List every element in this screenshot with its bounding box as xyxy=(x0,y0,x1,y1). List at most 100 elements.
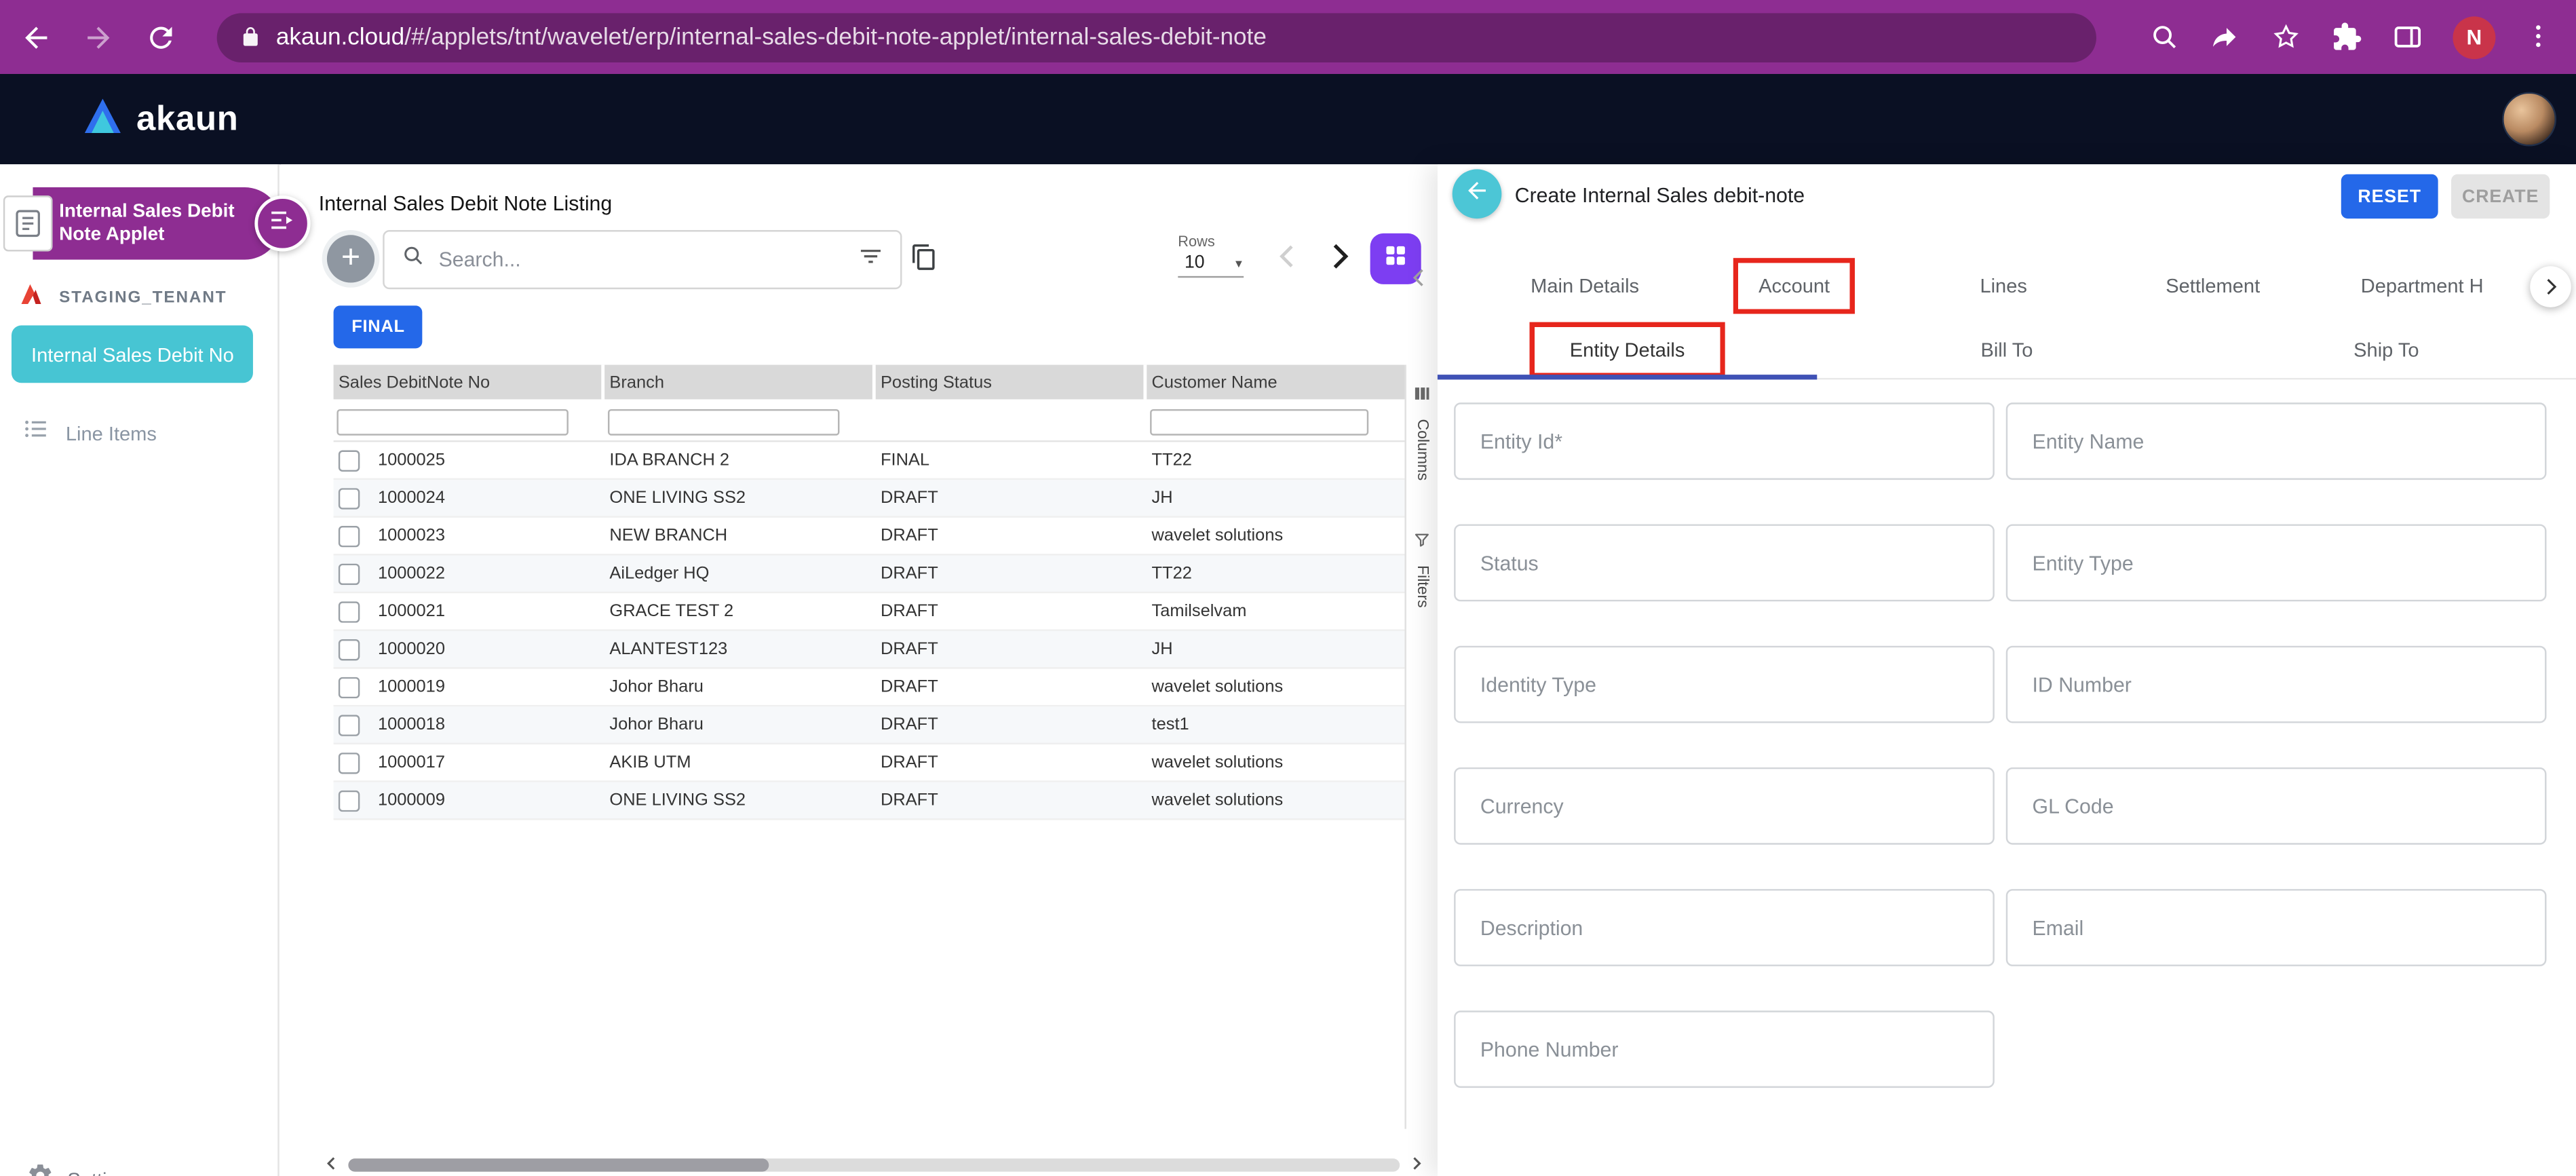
form-field[interactable] xyxy=(2006,889,2547,966)
rows-per-page-select[interactable]: 10 ▾ xyxy=(1178,250,1244,278)
sidebar-item-tenant[interactable]: STAGING_TENANT xyxy=(18,281,227,316)
filter-input-branch[interactable] xyxy=(608,409,839,435)
row-checkbox[interactable] xyxy=(339,790,360,811)
sidebar-item-line-items[interactable]: Line Items xyxy=(23,416,157,451)
col-sales-debitnote-no[interactable]: Sales DebitNote No xyxy=(334,365,605,400)
form-field-input[interactable] xyxy=(1456,673,1993,696)
create-button[interactable]: CREATE xyxy=(2451,174,2550,219)
back-icon[interactable] xyxy=(20,20,52,53)
form-field-input[interactable] xyxy=(1456,551,1993,574)
row-checkbox[interactable] xyxy=(339,601,360,622)
menu-dots-icon[interactable] xyxy=(2524,20,2556,53)
tab-main-details[interactable]: Main Details xyxy=(1480,274,1690,297)
row-checkbox[interactable] xyxy=(339,487,360,508)
form-field-input[interactable] xyxy=(2007,430,2545,453)
tab-lines[interactable]: Lines xyxy=(1899,274,2109,297)
sidebar-item-settings[interactable]: Setti xyxy=(26,1162,107,1176)
scrollbar-thumb[interactable] xyxy=(348,1158,769,1171)
form-field[interactable] xyxy=(1454,402,1995,480)
sidebar-item-internal-sales-debit-note[interactable]: Internal Sales Debit No xyxy=(12,325,253,383)
tab-department-handling[interactable]: Department H xyxy=(2318,274,2527,297)
tab-settlement[interactable]: Settlement xyxy=(2108,274,2318,297)
back-button[interactable] xyxy=(1453,169,1502,219)
form-field-input[interactable] xyxy=(1456,916,1993,939)
form-field[interactable] xyxy=(1454,889,1995,966)
filter-input-customer-name[interactable] xyxy=(1150,409,1368,435)
form-field-input[interactable] xyxy=(1456,1038,1993,1061)
bookmark-star-icon[interactable] xyxy=(2271,20,2303,53)
refresh-icon[interactable] xyxy=(145,20,177,53)
subtab-entity-details[interactable]: Entity Details xyxy=(1438,320,1817,378)
cell-sales-debitnote-no: 1000020 xyxy=(378,639,445,659)
akaun-logo[interactable]: akaun xyxy=(82,94,239,144)
row-checkbox[interactable] xyxy=(339,676,360,697)
tabs-scroll-left-icon[interactable] xyxy=(1408,266,1431,297)
row-checkbox[interactable] xyxy=(339,752,360,773)
table-row[interactable]: 1000024 ONE LIVING SS2 DRAFT JH xyxy=(334,480,1405,518)
cell-customer-name: wavelet solutions xyxy=(1147,753,1404,772)
col-branch[interactable]: Branch xyxy=(604,365,876,400)
form-field[interactable] xyxy=(1454,767,1995,845)
columns-panel-toggle[interactable]: Columns xyxy=(1413,381,1431,481)
form-field-input[interactable] xyxy=(2007,795,2545,818)
filter-list-icon[interactable] xyxy=(858,242,884,277)
form-field-input[interactable] xyxy=(2007,916,2545,939)
form-field-input[interactable] xyxy=(2007,673,2545,696)
row-checkbox[interactable] xyxy=(339,525,360,546)
forward-icon[interactable] xyxy=(82,20,115,53)
add-record-button[interactable]: + xyxy=(327,235,374,282)
row-checkbox[interactable] xyxy=(339,563,360,584)
sidebar-item-applet[interactable]: Internal Sales Debit Note Applet xyxy=(0,184,304,263)
form-field[interactable] xyxy=(2006,402,2547,480)
search-input[interactable] xyxy=(439,248,845,271)
filter-input-sales-debitnote-no[interactable] xyxy=(337,409,568,435)
table-row[interactable]: 1000020 ALANTEST123 DRAFT JH xyxy=(334,631,1405,669)
cell-posting-status: DRAFT xyxy=(876,715,1147,734)
row-checkbox[interactable] xyxy=(339,714,360,735)
user-avatar[interactable] xyxy=(2502,92,2556,147)
next-page-icon[interactable] xyxy=(1322,240,1355,282)
table-row[interactable]: 1000019 Johor Bharu DRAFT wavelet soluti… xyxy=(334,669,1405,707)
subtab-bill-to[interactable]: Bill To xyxy=(1817,320,2196,378)
address-bar[interactable]: akaun.cloud/#/applets/tnt/wavelet/erp/in… xyxy=(217,12,2096,62)
form-field[interactable] xyxy=(2006,767,2547,845)
side-panel-icon[interactable] xyxy=(2392,20,2425,53)
tabs-scroll-right-button[interactable] xyxy=(2530,266,2571,307)
browser-profile-avatar[interactable]: N xyxy=(2453,16,2495,58)
copy-pages-icon[interactable] xyxy=(910,243,938,279)
cell-sales-debitnote-no: 1000009 xyxy=(378,791,445,810)
table-row[interactable]: 1000022 AiLedger HQ DRAFT TT22 xyxy=(334,556,1405,594)
table-row[interactable]: 1000023 NEW BRANCH DRAFT wavelet solutio… xyxy=(334,518,1405,556)
row-checkbox[interactable] xyxy=(339,639,360,660)
scroll-right-icon[interactable] xyxy=(1408,1150,1424,1176)
form-field[interactable] xyxy=(2006,524,2547,601)
final-status-filter-button[interactable]: FINAL xyxy=(334,305,423,348)
form-field[interactable] xyxy=(1454,646,1995,723)
col-posting-status[interactable]: Posting Status xyxy=(876,365,1147,400)
reset-button[interactable]: RESET xyxy=(2341,174,2438,219)
sidebar-collapse-button[interactable] xyxy=(254,195,310,251)
table-row[interactable]: 1000018 Johor Bharu DRAFT test1 xyxy=(334,706,1405,744)
annotation-box-entity-details: Entity Details xyxy=(1535,326,1719,373)
filters-panel-toggle[interactable]: Filters xyxy=(1413,527,1431,607)
table-row[interactable]: 1000021 GRACE TEST 2 DRAFT Tamilselvam xyxy=(334,593,1405,631)
form-field-input[interactable] xyxy=(1456,430,1993,453)
form-field[interactable] xyxy=(1454,1010,1995,1088)
zoom-icon[interactable] xyxy=(2149,20,2181,53)
scrollbar-track[interactable] xyxy=(348,1158,1400,1171)
table-row[interactable]: 1000009 ONE LIVING SS2 DRAFT wavelet sol… xyxy=(334,782,1405,820)
table-row[interactable]: 1000025 IDA BRANCH 2 FINAL TT22 xyxy=(334,442,1405,480)
extensions-puzzle-icon[interactable] xyxy=(2331,20,2364,53)
form-field-input[interactable] xyxy=(1456,795,1993,818)
table-row[interactable]: 1000017 AKIB UTM DRAFT wavelet solutions xyxy=(334,744,1405,782)
col-customer-name[interactable]: Customer Name xyxy=(1147,365,1404,400)
row-checkbox[interactable] xyxy=(339,449,360,470)
share-icon[interactable] xyxy=(2210,20,2242,53)
tab-account[interactable]: Account xyxy=(1689,274,1899,297)
form-field-input[interactable] xyxy=(2007,551,2545,574)
subtab-ship-to[interactable]: Ship To xyxy=(2197,320,2576,378)
form-field[interactable] xyxy=(1454,524,1995,601)
previous-page-icon[interactable] xyxy=(1273,242,1303,280)
scroll-left-icon[interactable] xyxy=(324,1150,340,1176)
form-field[interactable] xyxy=(2006,646,2547,723)
